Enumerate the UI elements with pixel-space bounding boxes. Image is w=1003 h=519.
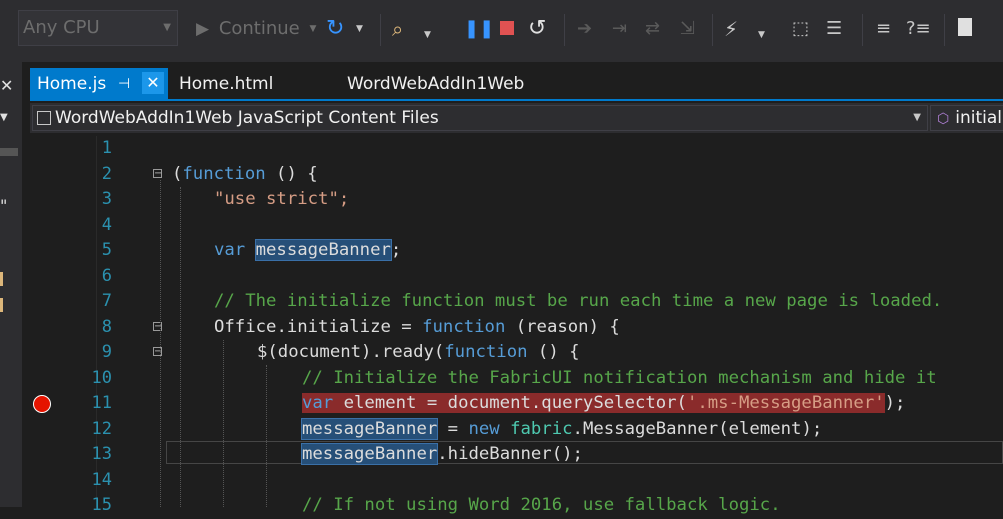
member-dropdown[interactable]: ⬡ initial [930,105,1003,131]
platform-value: Any CPU [23,17,100,38]
line-number: 12 [91,418,112,439]
chevron-down-icon[interactable]: ▼ [0,112,8,123]
chevron-down-icon[interactable]: ▼ [424,20,431,50]
line-number: 2 [101,163,112,184]
continue-button[interactable]: ▶ Continue ▼ [196,14,316,44]
pause-icon[interactable]: ❚❚ [464,14,494,44]
step-into-icon[interactable]: ⇥ [612,14,627,44]
code-line-12: messageBanner = new fabric.MessageBanner… [300,417,823,440]
line-number: 15 [91,495,112,515]
marker-icon [0,298,3,312]
code-line-7: // The initialize function must be run e… [214,291,943,311]
chevron-down-icon[interactable]: ▼ [758,20,765,50]
show-next-statement-icon[interactable]: ➔ [577,14,592,44]
line-number: 3 [101,189,112,209]
bookmark-icon[interactable] [958,18,972,36]
select-element-icon[interactable]: ⬚ [792,14,809,44]
indent-guide [266,365,267,507]
find-icon[interactable]: ⌕ [392,14,403,44]
pin-icon[interactable]: ⊣ [118,68,130,100]
hot-reload-icon[interactable]: ⚡ [724,14,738,44]
member-label: initial [955,108,1002,128]
tab-label: Home.js [37,74,107,94]
breakpoint-icon[interactable] [33,395,51,413]
line-number: 14 [91,469,112,490]
line-number: 4 [101,214,112,235]
code-line-2: (function () { [172,163,318,184]
tab-underline [30,99,1003,101]
line-number: 13 [91,444,112,464]
toolbar-separator [564,14,565,46]
close-icon[interactable]: ✕ [142,72,164,94]
marker-icon [0,272,3,286]
code-line-10: // Initialize the FabricUI notification … [302,367,937,388]
cube-icon: ⬡ [937,111,950,127]
toolbar: Any CPU ▼ ▶ Continue ▼ ↻ ▼ ⌕ ▼ ❚❚ ↺ ➔ ⇥ … [0,0,1003,62]
live-tree-icon[interactable]: ☰ [826,14,842,44]
fold-line [160,180,161,507]
project-label: WordWebAddIn1Web JavaScript Content File… [55,108,439,128]
code-line-3: "use strict"; [214,189,350,209]
js-file-icon [37,111,51,125]
play-icon: ▶ [196,19,210,39]
chevron-down-icon: ▼ [913,112,921,123]
toolbar-separator [944,14,945,46]
code-editor[interactable]: 1 2 3 4 5 6 7 8 9 10 11 12 13 14 15 − − … [30,136,1003,515]
line-number: 7 [101,291,112,311]
indent-guide [223,340,224,507]
chevron-down-icon[interactable]: ▼ [356,14,363,44]
code-line-9: $(document).ready(function () { [257,342,580,362]
highlighted-identifier: messageBanner [254,239,392,261]
step-out-icon[interactable]: ⇲ [680,14,695,44]
document-tab-strip: Home.js ⊣ ✕ Home.html WordWebAddIn1Web [30,68,1003,100]
tab-wordwebaddin1web[interactable]: WordWebAddIn1Web [347,68,524,100]
step-over-icon[interactable]: ⇄ [645,14,660,44]
navigation-bar: WordWebAddIn1Web JavaScript Content File… [30,103,1003,133]
line-number: 11 [91,393,112,413]
close-icon[interactable]: ✕ [0,76,13,95]
tab-home-html[interactable]: Home.html [179,68,273,100]
format-document-icon[interactable]: ≡ [876,14,891,44]
help-icon[interactable]: ?≡ [906,14,931,44]
code-line-11: var element = document.querySelector('.m… [302,393,906,413]
refresh-icon[interactable]: ↻ [326,14,344,44]
code-line-5: var messageBanner; [214,239,402,261]
line-number: 8 [101,316,112,337]
line-number: 9 [101,342,112,362]
platform-dropdown[interactable]: Any CPU ▼ [18,10,178,46]
line-number: 5 [101,240,112,260]
code-line-13: messageBanner.hideBanner(); [300,443,583,465]
restart-icon[interactable]: ↺ [528,14,546,44]
toolbar-separator [712,14,713,46]
collapse-icon[interactable]: − [153,169,162,179]
side-panel-strip: ✕ ▼ " [0,62,22,507]
continue-label: Continue [218,18,300,39]
chevron-down-icon: ▼ [163,22,171,33]
code-line-15: // If not using Word 2016, use fallback … [302,495,781,515]
tab-home-js[interactable]: Home.js ⊣ ✕ [30,68,168,100]
project-dropdown[interactable]: WordWebAddIn1Web JavaScript Content File… [32,105,928,131]
chevron-down-icon: ▼ [309,24,317,34]
line-number: 10 [91,367,112,388]
code-line-8: Office.initialize = function (reason) { [214,316,620,337]
current-line-highlight [166,441,1003,464]
quote-glyph-icon: " [0,196,8,215]
toolbar-separator [862,14,863,46]
toolbar-separator [380,14,381,46]
line-number: 1 [101,138,112,158]
stop-icon[interactable] [500,21,514,35]
scroll-thumb[interactable] [0,148,18,156]
line-number: 6 [101,265,112,286]
